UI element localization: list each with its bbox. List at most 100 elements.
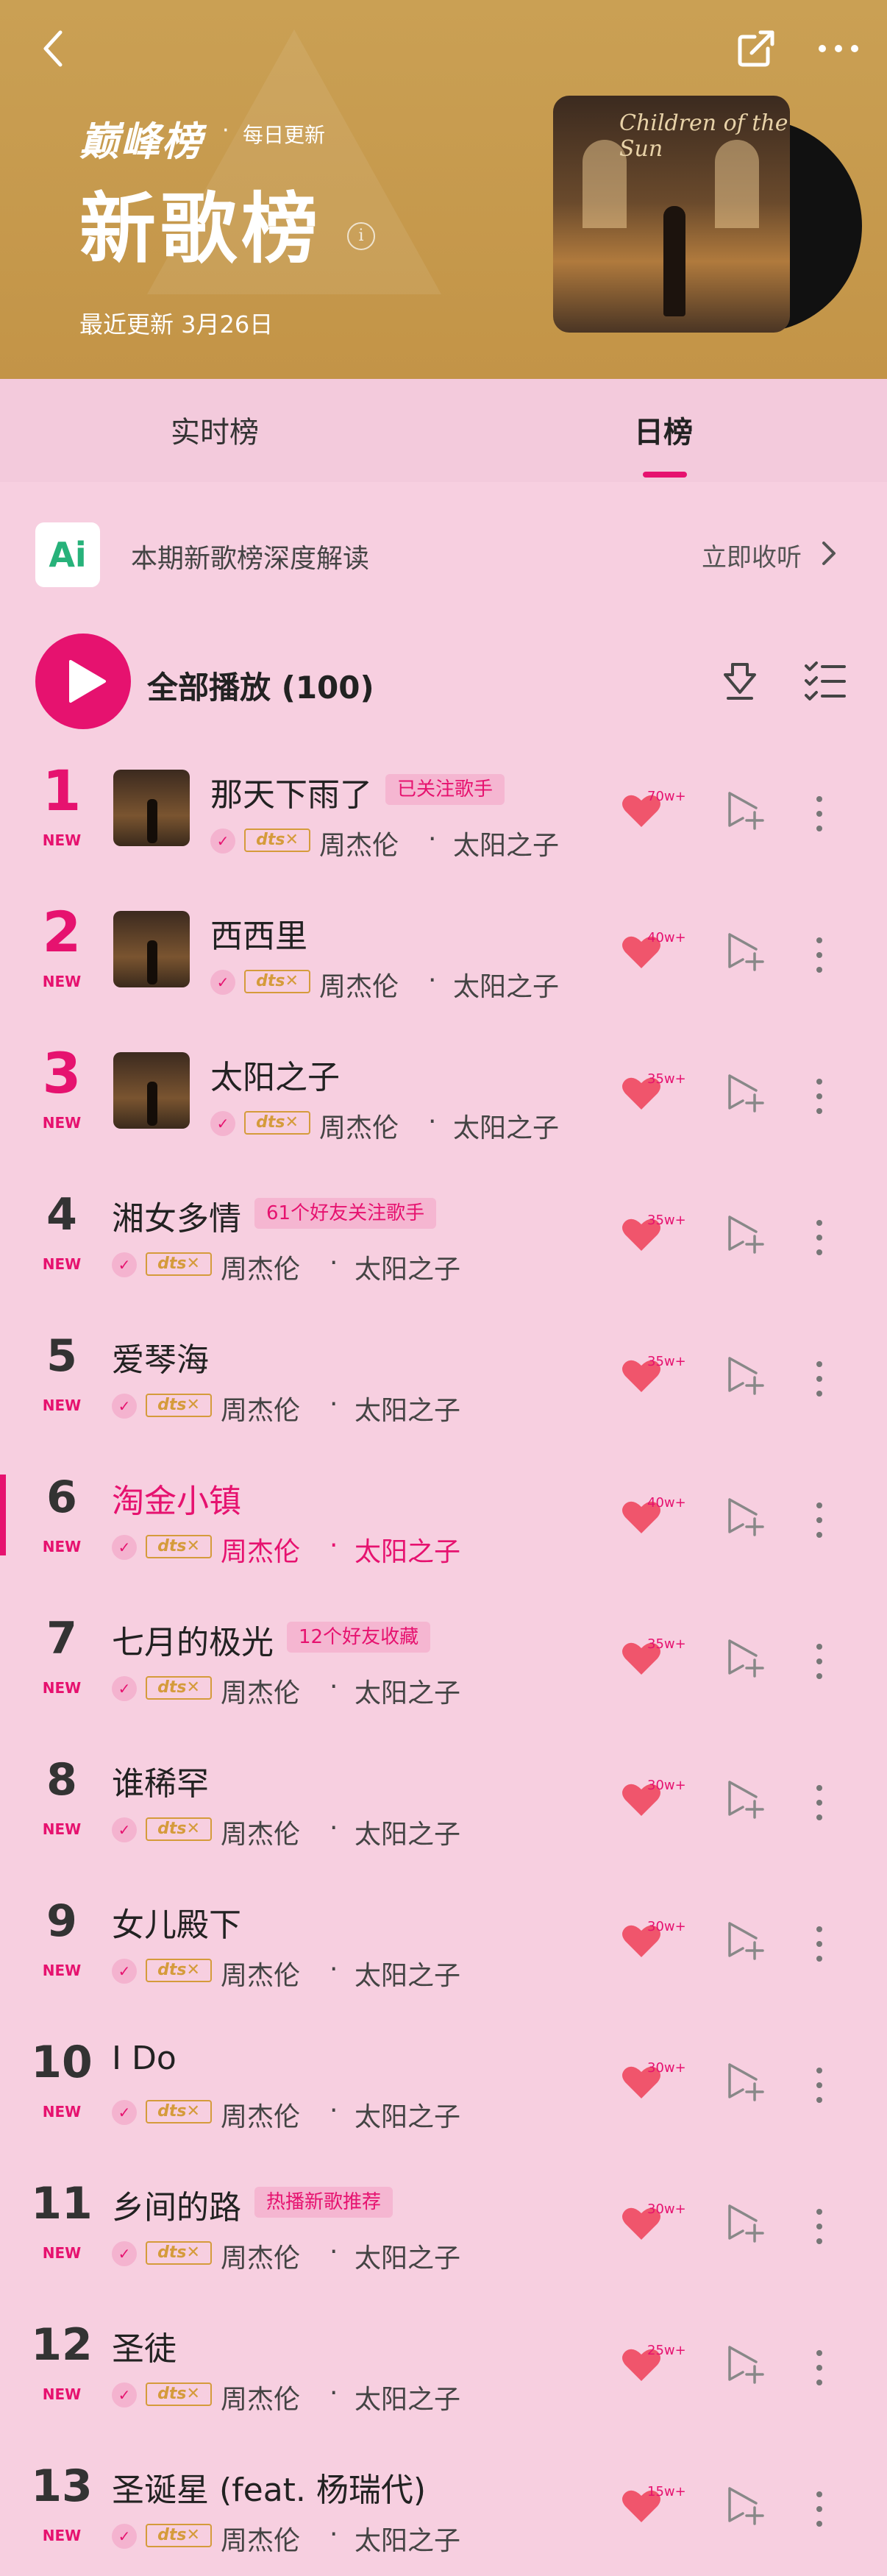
ai-interpretation-row[interactable]: Ai 本期新歌榜深度解读 立即收听 xyxy=(0,508,887,603)
more-options-button[interactable] xyxy=(815,26,862,71)
song-title[interactable]: 那天下雨了 xyxy=(210,768,372,815)
album-name[interactable]: 太阳之子 xyxy=(355,1813,460,1851)
album-name[interactable]: 太阳之子 xyxy=(355,2237,460,2275)
song-title[interactable]: 爱琴海 xyxy=(112,1333,209,1380)
add-to-playlist-button[interactable] xyxy=(725,790,766,831)
album-name[interactable]: 太阳之子 xyxy=(355,1248,460,1286)
song-title[interactable]: I Do xyxy=(112,2040,177,2077)
song-more-button[interactable] xyxy=(812,1925,827,1963)
share-button[interactable] xyxy=(734,26,778,71)
album-name[interactable]: 太阳之子 xyxy=(355,2519,460,2558)
song-row[interactable]: 2 NEW 西西里 ✓ dts✕ 周杰伦 · 太阳之子 40w+ xyxy=(0,879,887,1020)
song-row[interactable]: 9 NEW 女儿殿下 ✓ dts✕ 周杰伦 · 太阳之子 30w+ xyxy=(0,1867,887,2009)
song-more-button[interactable] xyxy=(812,2349,827,2387)
artist-name[interactable]: 周杰伦 xyxy=(319,824,399,862)
add-to-playlist-button[interactable] xyxy=(725,1638,766,1679)
album-name[interactable]: 太阳之子 xyxy=(355,1672,460,1710)
multi-select-button[interactable] xyxy=(803,659,847,703)
song-more-button[interactable] xyxy=(812,1360,827,1398)
add-to-playlist-button[interactable] xyxy=(725,2344,766,2385)
song-more-button[interactable] xyxy=(812,2490,827,2528)
new-badge: NEW xyxy=(42,831,82,849)
add-to-playlist-button[interactable] xyxy=(725,1073,766,1114)
song-title[interactable]: 湘女多情 xyxy=(112,1192,241,1239)
album-name[interactable]: 太阳之子 xyxy=(355,1389,460,1427)
add-to-playlist-button[interactable] xyxy=(725,1355,766,1397)
song-more-button[interactable] xyxy=(812,1784,827,1822)
artist-name[interactable]: 周杰伦 xyxy=(221,1672,300,1710)
song-row[interactable]: 1 NEW 那天下雨了 已关注歌手 ✓ dts✕ 周杰伦 · 太阳之子 70w+ xyxy=(0,737,887,879)
song-row[interactable]: 5 NEW 爱琴海 ✓ dts✕ 周杰伦 · 太阳之子 35w+ xyxy=(0,1302,887,1444)
add-to-playlist-button[interactable] xyxy=(725,1779,766,1820)
play-all-button[interactable] xyxy=(35,634,131,729)
add-to-playlist-button[interactable] xyxy=(725,1920,766,1962)
add-to-playlist-button[interactable] xyxy=(725,932,766,973)
add-to-playlist-button[interactable] xyxy=(725,1214,766,1255)
song-row[interactable]: 10 NEW I Do ✓ dts✕ 周杰伦 · 太阳之子 30w+ xyxy=(0,2009,887,2150)
song-title[interactable]: 七月的极光 xyxy=(112,1616,274,1663)
song-title[interactable]: 谁稀罕 xyxy=(112,1757,209,1804)
chevron-right-icon xyxy=(822,542,836,565)
play-all-label[interactable]: 全部播放 (100) xyxy=(147,663,374,708)
vip-check-icon: ✓ xyxy=(112,1676,137,1701)
add-to-playlist-button[interactable] xyxy=(725,2485,766,2527)
artist-name[interactable]: 周杰伦 xyxy=(221,1248,300,1286)
song-title[interactable]: 淘金小镇 xyxy=(112,1475,241,1522)
add-to-playlist-button[interactable] xyxy=(725,2203,766,2244)
song-title[interactable]: 圣徒 xyxy=(112,2322,177,2369)
listen-now-link[interactable]: 立即收听 xyxy=(702,537,802,573)
artist-name[interactable]: 周杰伦 xyxy=(221,2519,300,2558)
song-more-button[interactable] xyxy=(812,795,827,833)
artist-name[interactable]: 周杰伦 xyxy=(319,1107,399,1145)
artist-name[interactable]: 周杰伦 xyxy=(221,2378,300,2416)
add-to-playlist-button[interactable] xyxy=(725,1497,766,1538)
song-row[interactable]: 6 NEW 淘金小镇 ✓ dts✕ 周杰伦 · 太阳之子 40w+ xyxy=(0,1444,887,1585)
song-more-button[interactable] xyxy=(812,1642,827,1681)
song-row[interactable]: 13 NEW 圣诞星 (feat. 杨瑞代) ✓ dts✕ 周杰伦 · 太阳之子… xyxy=(0,2433,887,2574)
song-row[interactable]: 7 NEW 七月的极光 12个好友收藏 ✓ dts✕ 周杰伦 · 太阳之子 35… xyxy=(0,1585,887,1726)
album-name[interactable]: 太阳之子 xyxy=(355,1530,460,1569)
meta-separator: · xyxy=(428,1107,437,1137)
album-name[interactable]: 太阳之子 xyxy=(355,2096,460,2134)
brand-name: 巅峰榜 xyxy=(79,118,203,165)
album-name[interactable]: 太阳之子 xyxy=(453,965,559,1004)
album-artwork[interactable]: Children of the Sun xyxy=(553,96,862,336)
song-more-button[interactable] xyxy=(812,1077,827,1115)
vip-check-icon: ✓ xyxy=(112,2100,137,2125)
tab-daily[interactable]: 日榜 xyxy=(634,408,693,451)
song-more-button[interactable] xyxy=(812,1218,827,1257)
song-more-button[interactable] xyxy=(812,936,827,974)
song-row[interactable]: 8 NEW 谁稀罕 ✓ dts✕ 周杰伦 · 太阳之子 30w+ xyxy=(0,1726,887,1867)
album-name[interactable]: 太阳之子 xyxy=(453,824,559,862)
song-row[interactable]: 12 NEW 圣徒 ✓ dts✕ 周杰伦 · 太阳之子 25w+ xyxy=(0,2291,887,2433)
song-title[interactable]: 女儿殿下 xyxy=(112,1898,241,1945)
song-more-button[interactable] xyxy=(812,2207,827,2246)
new-badge: NEW xyxy=(42,2527,82,2544)
song-more-button[interactable] xyxy=(812,1501,827,1539)
song-title[interactable]: 西西里 xyxy=(210,909,307,957)
song-title[interactable]: 乡间的路 xyxy=(112,2181,241,2228)
back-button[interactable] xyxy=(35,26,72,71)
dts-quality-badge: dts✕ xyxy=(146,1252,212,1276)
artist-name[interactable]: 周杰伦 xyxy=(221,1389,300,1427)
info-icon[interactable]: i xyxy=(347,222,375,250)
artist-name[interactable]: 周杰伦 xyxy=(221,1954,300,1993)
song-row[interactable]: 11 NEW 乡间的路 热播新歌推荐 ✓ dts✕ 周杰伦 · 太阳之子 30w… xyxy=(0,2150,887,2291)
song-row[interactable]: 4 NEW 湘女多情 61个好友关注歌手 ✓ dts✕ 周杰伦 · 太阳之子 3… xyxy=(0,1161,887,1302)
song-title[interactable]: 太阳之子 xyxy=(210,1051,340,1098)
dts-quality-badge: dts✕ xyxy=(146,2382,212,2406)
song-more-button[interactable] xyxy=(812,2066,827,2104)
artist-name[interactable]: 周杰伦 xyxy=(221,2096,300,2134)
album-name[interactable]: 太阳之子 xyxy=(355,1954,460,1993)
artist-name[interactable]: 周杰伦 xyxy=(221,2237,300,2275)
download-button[interactable] xyxy=(719,659,760,703)
artist-name[interactable]: 周杰伦 xyxy=(319,965,399,1004)
artist-name[interactable]: 周杰伦 xyxy=(221,1530,300,1569)
song-title[interactable]: 圣诞星 (feat. 杨瑞代) xyxy=(112,2463,426,2511)
song-row[interactable]: 3 NEW 太阳之子 ✓ dts✕ 周杰伦 · 太阳之子 35w+ xyxy=(0,1020,887,1161)
album-name[interactable]: 太阳之子 xyxy=(453,1107,559,1145)
album-name[interactable]: 太阳之子 xyxy=(355,2378,460,2416)
tab-realtime[interactable]: 实时榜 xyxy=(171,408,259,451)
artist-name[interactable]: 周杰伦 xyxy=(221,1813,300,1851)
add-to-playlist-button[interactable] xyxy=(725,2062,766,2103)
